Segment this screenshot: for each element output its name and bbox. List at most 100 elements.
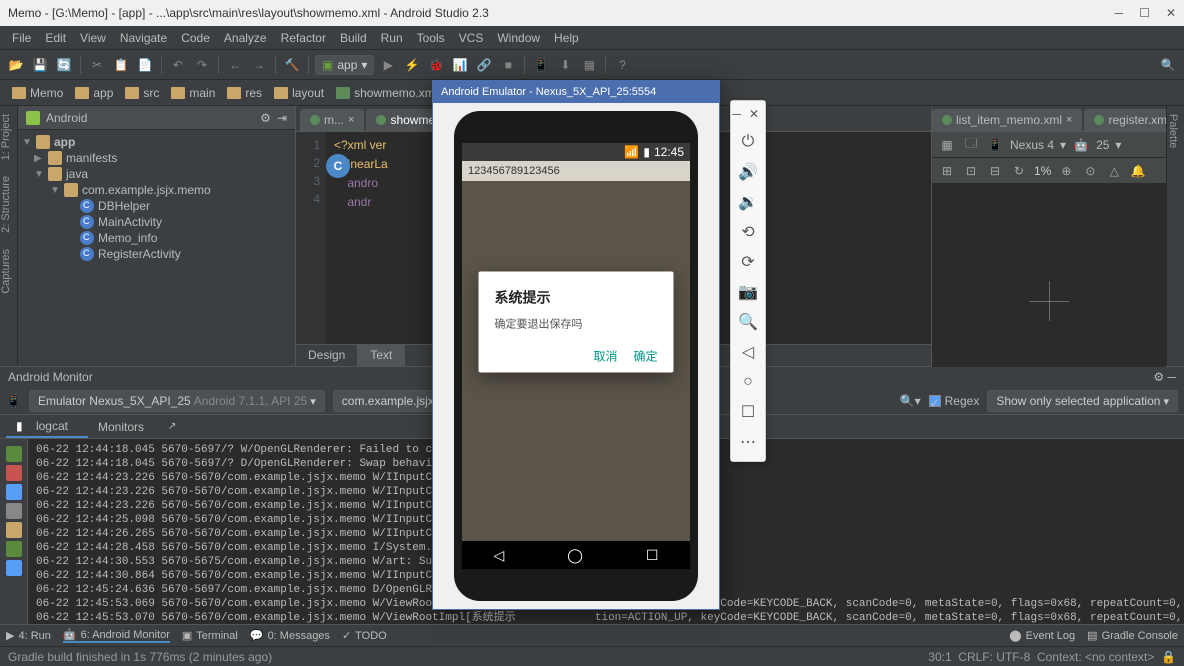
warning-icon[interactable]: △ <box>1105 162 1123 180</box>
menu-build[interactable]: Build <box>334 29 373 47</box>
nav-main[interactable]: main <box>165 84 221 102</box>
bottom-todo[interactable]: ✓ TODO <box>342 629 387 642</box>
sidetab-palette[interactable]: Palette <box>1167 106 1179 156</box>
nav-recent-icon[interactable]: ☐ <box>646 547 659 564</box>
tree-java[interactable]: ▼java <box>18 166 295 182</box>
menu-view[interactable]: View <box>74 29 112 47</box>
copy-icon[interactable]: 📋 <box>111 55 131 75</box>
apply-changes-icon[interactable]: ⚡ <box>402 55 422 75</box>
designtab-design[interactable]: Design <box>296 345 358 366</box>
tree-class-mainactivity[interactable]: MainActivity <box>18 214 295 230</box>
menu-tools[interactable]: Tools <box>411 29 451 47</box>
stop-icon[interactable]: ■ <box>498 55 518 75</box>
bottom-gradle[interactable]: ▤ Gradle Console <box>1087 629 1178 642</box>
emu-rotate-right-icon[interactable]: ⟳ <box>731 247 765 277</box>
collapse-icon[interactable]: ⇥ <box>277 111 287 125</box>
log-clear-icon[interactable] <box>6 465 22 481</box>
filter-dropdown[interactable]: Show only selected application ▾ <box>987 390 1178 412</box>
maximize-icon[interactable]: ☐ <box>1139 6 1150 20</box>
zoom-plus-icon[interactable]: ⊕ <box>1057 162 1075 180</box>
tree-class-memoinfo[interactable]: Memo_info <box>18 230 295 246</box>
nav-back-icon[interactable]: ◁ <box>493 547 504 564</box>
emu-power-icon[interactable]: ⏻ <box>731 127 765 157</box>
menu-help[interactable]: Help <box>548 29 585 47</box>
emu-home-icon[interactable]: ○ <box>731 367 765 397</box>
menu-run[interactable]: Run <box>375 29 409 47</box>
forward-icon[interactable]: → <box>249 55 269 75</box>
nav-res[interactable]: res <box>221 84 268 102</box>
run-config-combo[interactable]: ▣app ▾ <box>315 55 374 75</box>
sync-icon[interactable]: 🔄 <box>54 55 74 75</box>
profiler-icon[interactable]: 📊 <box>450 55 470 75</box>
layout-icon[interactable]: ▦ <box>938 136 956 154</box>
log-print-icon[interactable] <box>6 522 22 538</box>
tree-class-dbhelper[interactable]: DBHelper <box>18 198 295 214</box>
refresh-icon[interactable]: ↻ <box>1010 162 1028 180</box>
structure-icon[interactable]: ▦ <box>579 55 599 75</box>
bottom-messages[interactable]: 💬 0: Messages <box>250 629 330 642</box>
nav-memo[interactable]: Memo <box>6 84 69 102</box>
emulator-window[interactable]: Android Emulator - Nexus_5X_API_25:5554 … <box>432 80 720 610</box>
emu-close-icon[interactable]: ✕ <box>749 107 759 121</box>
avd-icon[interactable]: 📱 <box>531 55 551 75</box>
attach-icon[interactable]: 🔗 <box>474 55 494 75</box>
menu-edit[interactable]: Edit <box>39 29 72 47</box>
help-icon[interactable]: ? <box>612 55 632 75</box>
save-icon[interactable]: 💾 <box>30 55 50 75</box>
log-restart-icon[interactable] <box>6 446 22 462</box>
log-scroll-icon[interactable] <box>6 484 22 500</box>
debug-icon[interactable]: 🐞 <box>426 55 446 75</box>
emu-overview-icon[interactable]: ☐ <box>731 397 765 427</box>
menu-navigate[interactable]: Navigate <box>114 29 173 47</box>
tree-manifests[interactable]: ▶manifests <box>18 150 295 166</box>
bottom-eventlog[interactable]: ⬤ Event Log <box>1009 629 1075 642</box>
app-textfield[interactable]: 123456789123456 <box>462 161 690 181</box>
nav-src[interactable]: src <box>119 84 165 102</box>
nav-layout[interactable]: layout <box>268 84 330 102</box>
log-settings-icon[interactable] <box>6 541 22 557</box>
emu-volup-icon[interactable]: 🔊 <box>731 157 765 187</box>
log-help-icon[interactable] <box>6 560 22 576</box>
tab-monitors[interactable]: Monitors <box>88 417 154 437</box>
bottom-android-monitor[interactable]: 🤖 6: Android Monitor <box>63 628 170 643</box>
zoom-fit-icon[interactable]: ⊙ <box>1081 162 1099 180</box>
emu-zoom-icon[interactable]: 🔍 <box>731 307 765 337</box>
dialog-cancel-button[interactable]: 取消 <box>593 347 617 364</box>
emu-rotate-left-icon[interactable]: ⟲ <box>731 217 765 247</box>
designtab-text[interactable]: Text <box>358 345 405 366</box>
redo-icon[interactable]: ↷ <box>192 55 212 75</box>
emu-minimize-icon[interactable]: ─ <box>732 107 741 121</box>
emu-more-icon[interactable]: ⋯ <box>731 427 765 457</box>
dialog-ok-button[interactable]: 确定 <box>633 347 657 364</box>
sidetab-project[interactable]: 1: Project <box>0 106 12 168</box>
menu-file[interactable]: File <box>6 29 37 47</box>
gear-icon[interactable]: ⚙ <box>260 111 271 125</box>
open-icon[interactable]: 📂 <box>6 55 26 75</box>
menu-analyze[interactable]: Analyze <box>218 29 273 47</box>
close-icon[interactable]: ✕ <box>1166 6 1176 20</box>
tree-class-registeractivity[interactable]: RegisterActivity <box>18 246 295 262</box>
monitor-gear-icon[interactable]: ⚙ ─ <box>1153 370 1176 384</box>
tree-package[interactable]: ▼com.example.jsjx.memo <box>18 182 295 198</box>
paste-icon[interactable]: 📄 <box>135 55 155 75</box>
tab-logcat[interactable]: ▮ logcat <box>6 416 88 438</box>
api-icon[interactable]: 🤖 <box>1072 136 1090 154</box>
nav-home-icon[interactable]: ◯ <box>567 547 583 564</box>
device-combo[interactable]: Nexus 4 <box>1010 138 1054 152</box>
sidetab-captures[interactable]: Captures <box>0 241 12 302</box>
make-icon[interactable]: 🔨 <box>282 55 302 75</box>
sidetab-structure[interactable]: 2: Structure <box>0 168 12 241</box>
tab-listitem[interactable]: list_item_memo.xml × <box>932 109 1082 131</box>
nav-app[interactable]: app <box>69 84 119 102</box>
device-icon[interactable]: 📱 <box>986 136 1004 154</box>
api-label[interactable]: 25 <box>1096 138 1109 152</box>
regex-checkbox[interactable]: ✓Regex <box>929 394 980 408</box>
device-combo[interactable]: Emulator Nexus_5X_API_25 Android 7.1.1, … <box>29 390 325 412</box>
minimize-icon[interactable]: ─ <box>1115 6 1124 20</box>
project-view-label[interactable]: Android <box>46 111 87 125</box>
zoom-icon[interactable]: ⊡ <box>962 162 980 180</box>
orientation-icon[interactable]: 🗔 <box>962 136 980 154</box>
cut-icon[interactable]: ✂ <box>87 55 107 75</box>
emu-voldown-icon[interactable]: 🔉 <box>731 187 765 217</box>
emu-back-icon[interactable]: ◁ <box>731 337 765 367</box>
